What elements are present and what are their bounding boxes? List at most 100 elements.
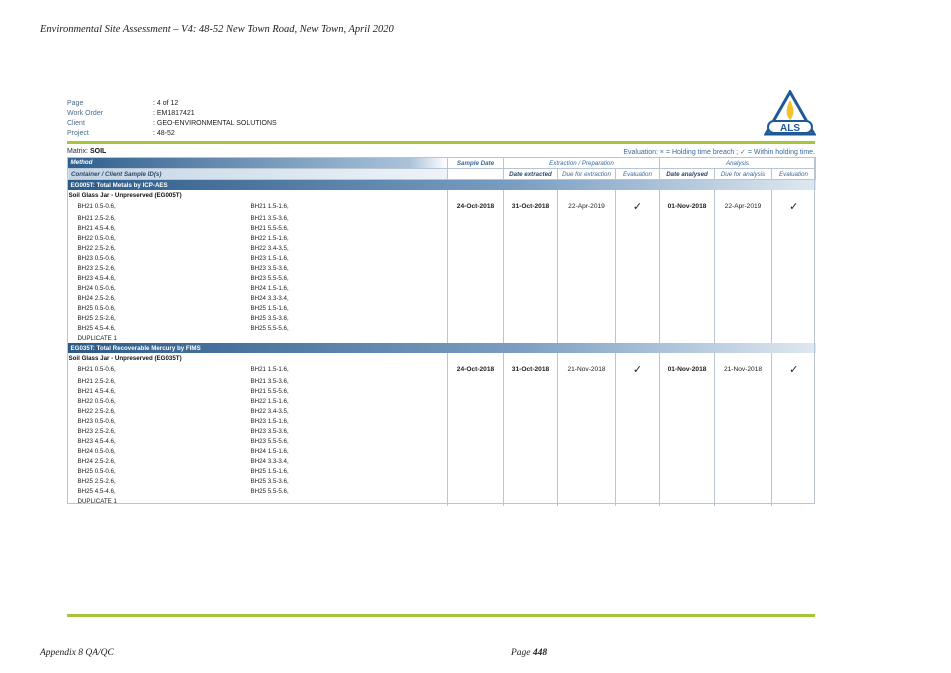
sample-id: BH21 3.5-3.6, (250, 214, 289, 222)
sample-id: BH23 0.5-0.6, (77, 254, 116, 262)
empty-cell (503, 253, 558, 263)
empty-cell (714, 476, 772, 486)
empty-cell (447, 293, 504, 303)
footer-appendix: Appendix 8 QA/QC (40, 648, 114, 658)
empty-cell (447, 426, 504, 436)
empty-cell (557, 426, 616, 436)
empty-cell (659, 416, 715, 426)
sample-id: BH25 3.5-3.6, (250, 314, 289, 322)
meta-project-row: Project : 48-52 (67, 129, 277, 139)
empty-cell (447, 323, 504, 333)
empty-cell (615, 253, 660, 263)
empty-cell (771, 353, 816, 363)
empty-cell (447, 243, 504, 253)
empty-cell (714, 496, 772, 506)
empty-cell (771, 496, 816, 506)
empty-cell (503, 333, 558, 343)
empty-cell (714, 486, 772, 496)
empty-cell (447, 263, 504, 273)
extraction-group-header: Extraction / Preparation (503, 157, 660, 169)
sample-id: BH23 0.5-0.6, (77, 417, 116, 425)
empty-cell (503, 263, 558, 273)
empty-cell (771, 436, 816, 446)
empty-cell (447, 253, 504, 263)
empty-cell (771, 190, 816, 200)
empty-cell (447, 233, 504, 243)
empty-cell (615, 406, 660, 416)
empty-cell (714, 303, 772, 313)
document-header: Environmental Site Assessment – V4: 48-5… (40, 24, 394, 35)
empty-cell (557, 213, 616, 223)
sample-id: BH25 5.5-5.6, (250, 324, 289, 332)
empty-cell (557, 253, 616, 263)
empty-cell (615, 486, 660, 496)
extraction-evaluation-check-icon: ✓ (615, 363, 660, 376)
empty-cell (714, 333, 772, 343)
empty-cell (615, 456, 660, 466)
empty-cell (447, 333, 504, 343)
empty-cell (557, 190, 616, 200)
empty-cell (615, 233, 660, 243)
empty-cell (714, 353, 772, 363)
sample-id: BH22 1.5-1.6, (250, 397, 289, 405)
sample-id: BH23 5.5-5.6, (250, 274, 289, 282)
empty-cell (557, 476, 616, 486)
sample-date-subheader (447, 168, 504, 180)
empty-cell (503, 496, 558, 506)
empty-cell (615, 283, 660, 293)
empty-cell (557, 406, 616, 416)
empty-cell (557, 496, 616, 506)
sample-id: BH23 1.5-1.6, (250, 254, 289, 262)
empty-cell (447, 456, 504, 466)
empty-cell (557, 486, 616, 496)
empty-cell (557, 313, 616, 323)
empty-cell (503, 416, 558, 426)
sample-id: BH21 5.5-5.6, (250, 224, 289, 232)
due-for-extraction: 22-Apr-2019 (557, 200, 616, 213)
empty-cell (447, 486, 504, 496)
empty-cell (659, 190, 715, 200)
table-row: DUPLICATE 1 (68, 496, 816, 506)
empty-cell (771, 333, 816, 343)
table-row: BH25 2.5-2.6, BH25 3.5-3.6, (68, 476, 816, 486)
empty-cell (771, 466, 816, 476)
sample-id: BH22 2.5-2.6, (77, 244, 116, 252)
empty-cell (503, 243, 558, 253)
empty-cell (447, 386, 504, 396)
empty-cell (557, 323, 616, 333)
header-row-1: Method Sample Date Extraction / Preparat… (67, 157, 816, 169)
table-row: BH22 0.5-0.6, BH22 1.5-1.6, (68, 233, 816, 243)
table-row: BH21 2.5-2.6, BH21 3.5-3.6, (68, 213, 816, 223)
empty-cell (771, 416, 816, 426)
empty-cell (447, 283, 504, 293)
empty-cell (771, 426, 816, 436)
logo-text: ALS (780, 123, 800, 134)
table-body: EG005T: Total Metals by ICP-AES Soil Glas… (67, 179, 816, 506)
empty-cell (714, 396, 772, 406)
table-row: BH23 0.5-0.6, BH23 1.5-1.6, (68, 416, 816, 426)
sample-id: BH22 3.4-3.5, (250, 407, 289, 415)
table-row: BH25 4.5-4.6, BH25 5.5-5.6, (68, 486, 816, 496)
empty-cell (557, 353, 616, 363)
due-for-analysis: 22-Apr-2019 (714, 200, 772, 213)
empty-cell (659, 253, 715, 263)
empty-cell (615, 190, 660, 200)
empty-cell (615, 476, 660, 486)
meta-work-order-row: Work Order : EM1817421 (67, 109, 277, 119)
empty-cell (659, 476, 715, 486)
sample-id (248, 496, 448, 506)
date-extracted: 31-Oct-2018 (503, 363, 558, 376)
empty-cell (503, 446, 558, 456)
table-row: BH22 0.5-0.6, BH22 1.5-1.6, (68, 396, 816, 406)
method-section-row: EG035T: Total Recoverable Mercury by FIM… (67, 343, 816, 353)
empty-cell (714, 436, 772, 446)
empty-cell (447, 303, 504, 313)
sample-date-header: Sample Date (447, 157, 504, 169)
empty-cell (771, 293, 816, 303)
empty-cell (503, 213, 558, 223)
table-row: BH21 4.5-4.6, BH21 5.5-5.6, (68, 386, 816, 396)
empty-cell (447, 273, 504, 283)
empty-cell (503, 313, 558, 323)
sample-id: BH22 2.5-2.6, (77, 407, 116, 415)
empty-cell (447, 313, 504, 323)
